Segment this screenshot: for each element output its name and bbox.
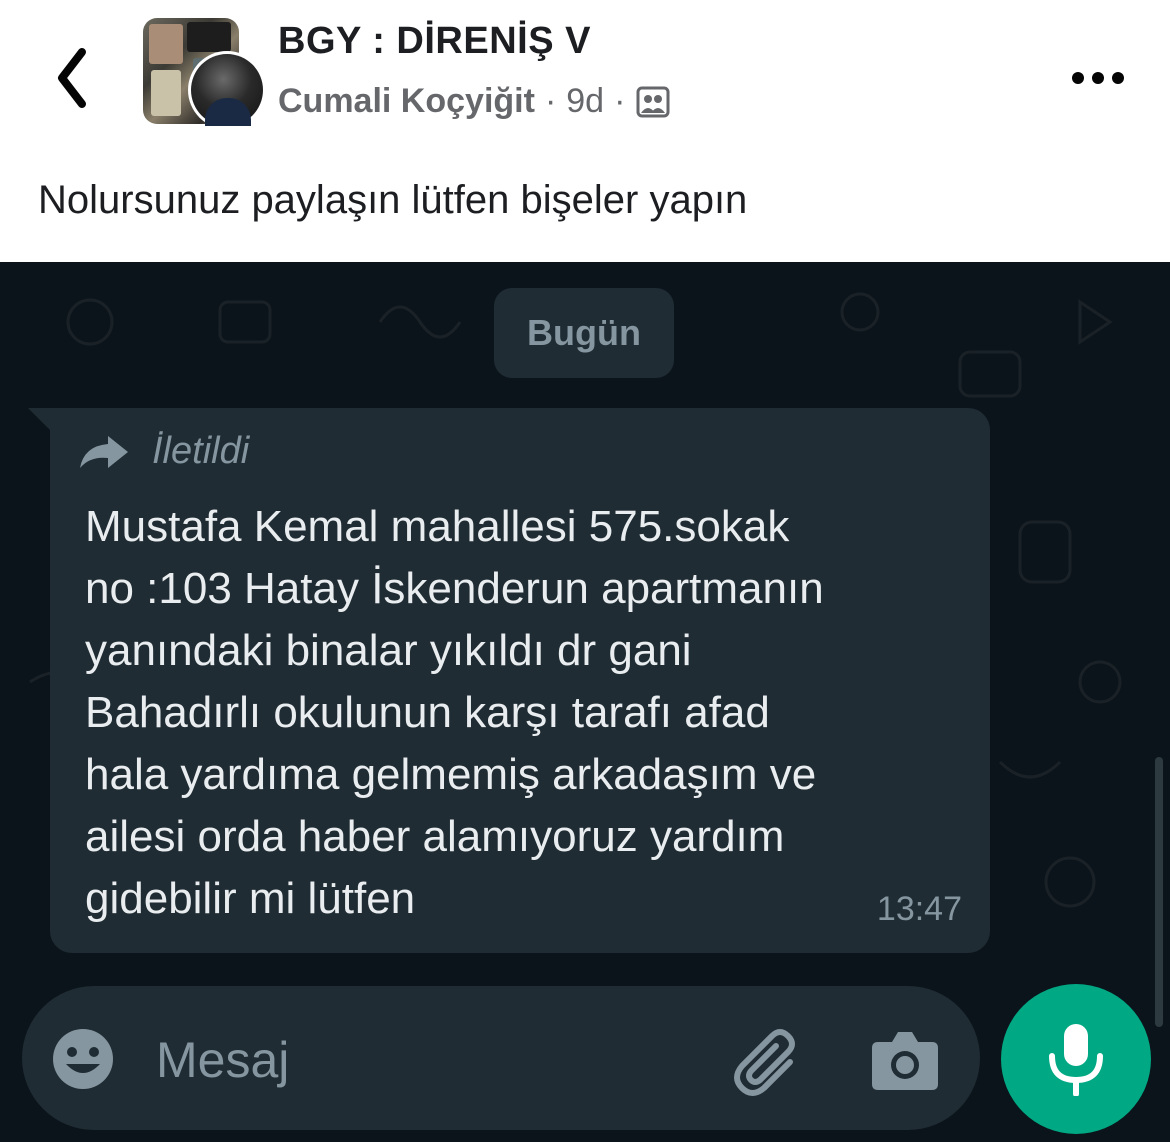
emoji-button[interactable] [50,1026,116,1092]
message-line: Bahadırlı okulunun karşı tarafı afad [85,688,770,737]
camera-button[interactable] [870,1026,940,1092]
post-header: BGY : DİRENİŞ V Cumali Koçyiğit · 9d · N… [0,0,1170,262]
meta-separator: · [614,82,626,120]
meta-separator: · [544,82,557,120]
forwarded-row: İletildi [78,430,249,473]
paperclip-icon [734,1029,795,1096]
author-name[interactable]: Cumali Koçyiğit [278,82,535,121]
group-members-icon [636,86,670,117]
attach-button[interactable] [728,1022,808,1098]
date-chip: Bugün [494,288,674,378]
post-meta: Cumali Koçyiğit · 9d · [278,82,671,121]
message-input[interactable] [154,1022,678,1098]
message-text: Mustafa Kemal mahallesi 575.sokak no :10… [85,496,965,930]
message-line: no :103 Hatay İskenderun apartmanın [85,564,824,613]
message-line: gidebilir mi lütfen [85,874,416,923]
post-text: Nolursunuz paylaşın lütfen bişeler yapın [38,178,748,222]
message-bubble[interactable]: İletildi Mustafa Kemal mahallesi 575.sok… [50,408,990,953]
message-line: ailesi orda haber alamıyoruz yardım [85,812,785,861]
group-name[interactable]: BGY : DİRENİŞ V [278,20,591,63]
emoji-icon [53,1029,113,1089]
microphone-button[interactable] [1001,984,1151,1134]
camera-icon [872,1032,938,1090]
message-line: yanındaki binalar yıkıldı dr gani [85,626,692,675]
scrollbar-thumb[interactable] [1155,757,1163,1027]
message-line: hala yardıma gelmemiş arkadaşım ve [85,750,817,799]
message-time: 13:47 [876,890,962,928]
more-horizontal-icon [1072,72,1124,84]
whatsapp-screenshot: Bugün İletildi Mustafa Kemal mahallesi 5… [0,262,1170,1142]
post-time[interactable]: 9d [566,82,604,121]
more-options-button[interactable] [1070,66,1126,90]
microphone-icon [1049,1024,1103,1096]
forward-arrow-icon [80,435,128,468]
message-line: Mustafa Kemal mahallesi 575.sokak [85,502,790,551]
chevron-left-icon [58,48,86,108]
message-input-bar [22,986,980,1130]
bubble-tail [28,408,52,432]
forwarded-label: İletildi [152,430,250,472]
back-button[interactable] [44,46,104,110]
author-avatar[interactable] [188,51,266,129]
